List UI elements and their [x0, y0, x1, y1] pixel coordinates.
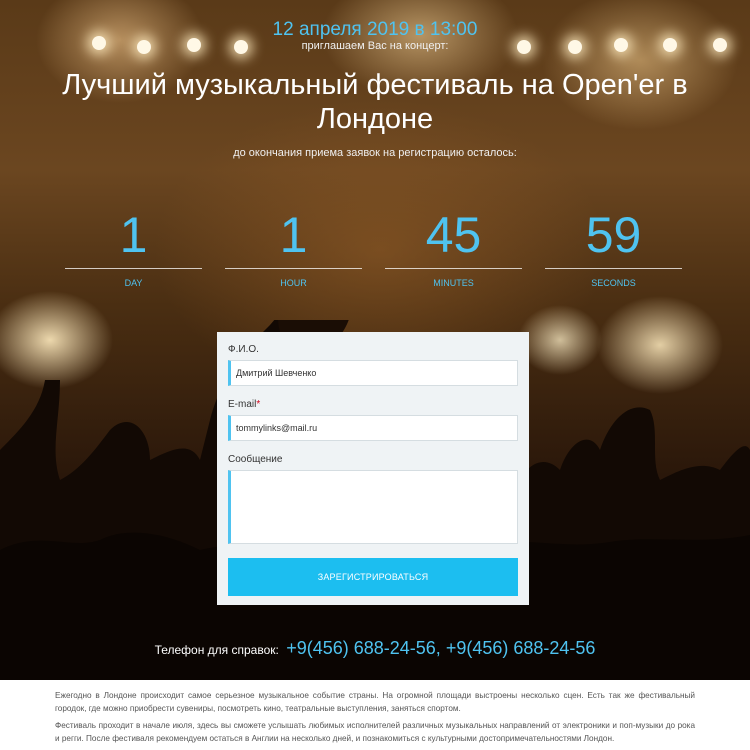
countdown-value: 45 — [425, 207, 482, 263]
divider — [225, 268, 362, 269]
page-title: Лучший музыкальный фестиваль на Open'er … — [62, 69, 688, 135]
info-section: Ежегодно в Лондоне происходит самое серь… — [0, 680, 750, 750]
info-paragraph: Фестиваль проходит в начале июля, здесь … — [55, 721, 695, 743]
divider — [385, 268, 522, 269]
info-paragraph: Ежегодно в Лондоне происходит самое серь… — [55, 691, 695, 713]
register-button[interactable]: ЗАРЕГИСТРИРОВАТЬСЯ — [228, 558, 518, 596]
phone-numbers[interactable]: +9(456) 688-24-56, +9(456) 688-24-56 — [286, 638, 595, 658]
countdown-label: DAY — [124, 278, 143, 288]
invite-text: приглашаем Вас на концерт: — [301, 40, 449, 52]
divider — [545, 268, 682, 269]
message-label: Сообщение — [228, 454, 283, 465]
required-mark: * — [256, 399, 261, 410]
countdown-label: SECONDS — [591, 278, 636, 288]
countdown-value: 1 — [119, 207, 148, 263]
email-label: E-mail* — [228, 399, 518, 410]
message-field[interactable] — [228, 470, 518, 544]
countdown-days: 1 DAY — [65, 205, 202, 288]
countdown-label: HOUR — [280, 278, 307, 288]
event-date: 12 апреля 2019 в 13:00 — [272, 19, 478, 40]
phone-label: Телефон для справок: — [154, 643, 279, 657]
countdown-caption: до окончания приема заявок на регистраци… — [233, 147, 517, 159]
email-field[interactable] — [228, 415, 518, 441]
name-label: Ф.И.О. — [228, 344, 259, 355]
divider — [65, 268, 202, 269]
name-field[interactable] — [228, 360, 518, 386]
countdown-value: 1 — [279, 207, 308, 263]
contact-phones: Телефон для справок: +9(456) 688-24-56, … — [0, 638, 750, 659]
countdown-timer: 1 DAY 1 HOUR 45 MINUTES 59 SECONDS — [65, 205, 685, 295]
registration-form: Ф.И.О. E-mail* Сообщение ЗАРЕГИСТРИРОВАТ… — [217, 332, 529, 605]
countdown-minutes: 45 MINUTES — [385, 205, 522, 288]
countdown-label: MINUTES — [433, 278, 474, 288]
email-label-text: E-mail — [228, 399, 257, 410]
countdown-hours: 1 HOUR — [225, 205, 362, 288]
countdown-seconds: 59 SECONDS — [545, 205, 682, 288]
countdown-value: 59 — [585, 207, 642, 263]
